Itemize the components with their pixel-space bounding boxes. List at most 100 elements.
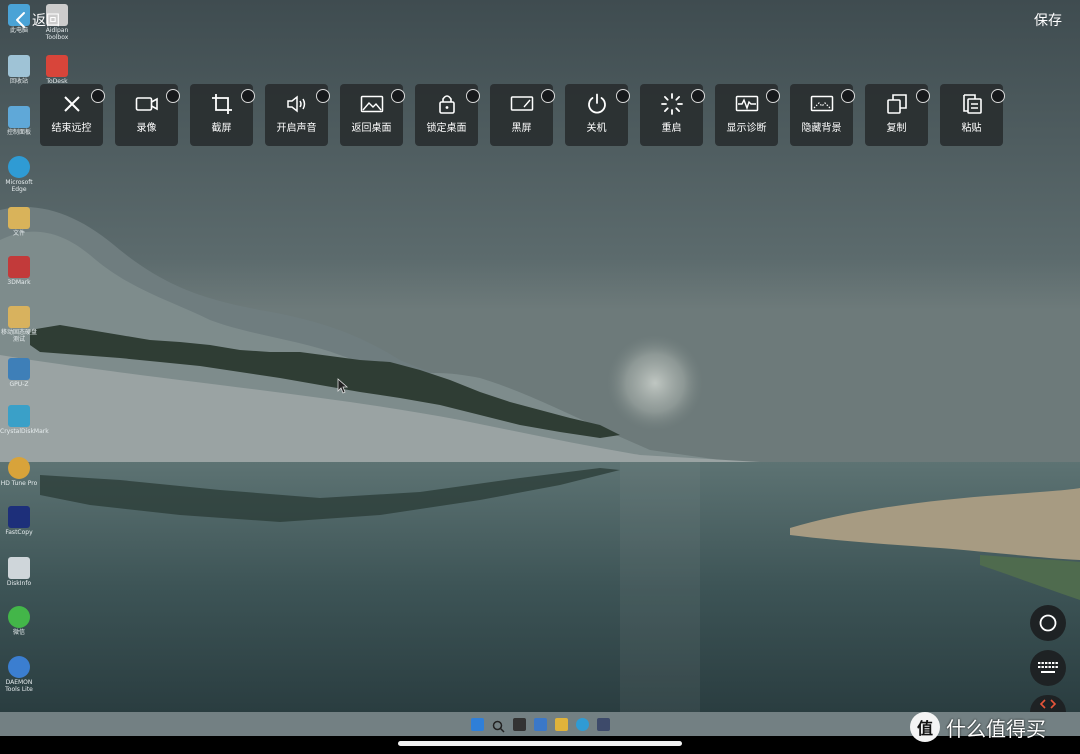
loading-spinner-icon bbox=[660, 93, 684, 115]
fastcopy-icon bbox=[8, 506, 30, 528]
3dmark-icon bbox=[8, 256, 30, 278]
todesk-icon bbox=[46, 55, 68, 77]
desktop-icon[interactable]: 微信 bbox=[0, 606, 38, 636]
tool-shutdown[interactable]: 关机 bbox=[565, 84, 630, 146]
mouse-cursor-icon bbox=[337, 378, 349, 394]
folder-icon bbox=[8, 306, 30, 328]
home-circle-button[interactable] bbox=[1030, 605, 1066, 641]
folder-icon bbox=[8, 207, 30, 229]
circle-icon bbox=[1039, 614, 1057, 632]
desktop-icon[interactable]: Microsoft Edge bbox=[0, 156, 38, 193]
tool-show-diagnostics[interactable]: 显示诊断 bbox=[715, 84, 780, 146]
tool-black-screen[interactable]: 黑屏 bbox=[490, 84, 555, 146]
recycle-bin-icon bbox=[8, 55, 30, 77]
tool-show-desktop[interactable]: 返回桌面 bbox=[340, 84, 405, 146]
diagnostics-pulse-icon bbox=[735, 93, 759, 115]
tool-label: 重启 bbox=[661, 123, 682, 134]
crop-icon bbox=[210, 93, 234, 115]
tool-select-radio[interactable] bbox=[541, 89, 555, 103]
tool-select-radio[interactable] bbox=[766, 89, 780, 103]
keyboard-icon bbox=[1038, 662, 1058, 673]
desktop-icon[interactable]: GPU-Z bbox=[0, 358, 38, 388]
lock-icon bbox=[435, 93, 459, 115]
tool-select-radio[interactable] bbox=[841, 89, 855, 103]
tool-screenshot[interactable]: 截屏 bbox=[190, 84, 255, 146]
daemon-tools-icon bbox=[8, 656, 30, 678]
hide-background-icon bbox=[810, 93, 834, 115]
search-icon[interactable] bbox=[492, 718, 505, 733]
tool-end-remote-control[interactable]: 结束远控 bbox=[40, 84, 105, 146]
task-view-icon[interactable] bbox=[512, 717, 526, 731]
tool-select-radio[interactable] bbox=[316, 89, 330, 103]
desktop-icon[interactable]: ToDesk bbox=[38, 55, 76, 85]
control-panel-icon bbox=[8, 106, 30, 128]
tool-select-radio[interactable] bbox=[466, 89, 480, 103]
tool-select-radio[interactable] bbox=[916, 89, 930, 103]
tool-lock-desktop[interactable]: 锁定桌面 bbox=[415, 84, 480, 146]
video-camera-icon bbox=[135, 93, 159, 115]
tool-label: 关机 bbox=[586, 123, 607, 134]
tool-hide-background[interactable]: 隐藏背景 bbox=[790, 84, 855, 146]
tool-label: 复制 bbox=[886, 123, 907, 134]
desktop-icon[interactable]: DAEMON Tools Lite bbox=[0, 656, 38, 693]
tool-select-radio[interactable] bbox=[166, 89, 180, 103]
tool-label: 截屏 bbox=[211, 123, 232, 134]
tool-copy[interactable]: 复制 bbox=[865, 84, 930, 146]
save-button[interactable]: 保存 bbox=[1034, 10, 1062, 30]
widgets-icon[interactable] bbox=[533, 717, 547, 731]
desktop-icon[interactable]: 控制面板 bbox=[0, 106, 38, 136]
desktop-icon[interactable]: DiskInfo bbox=[0, 557, 38, 587]
tool-label: 录像 bbox=[136, 123, 157, 134]
watermark-text: 什么值得买 bbox=[946, 716, 1046, 741]
desktop-icon[interactable]: HD Tune Pro bbox=[0, 457, 38, 487]
tool-restart[interactable]: 重启 bbox=[640, 84, 705, 146]
copy-icon bbox=[885, 93, 909, 115]
desktop-icon[interactable]: 移动固态硬盘测试 bbox=[0, 306, 38, 343]
windows-start-icon[interactable] bbox=[470, 717, 484, 731]
chevron-left-icon bbox=[16, 12, 25, 28]
store-icon[interactable] bbox=[596, 717, 610, 731]
diskinfo-icon bbox=[8, 557, 30, 579]
tool-label: 锁定桌面 bbox=[426, 123, 467, 134]
tool-label: 返回桌面 bbox=[351, 123, 392, 134]
watermark-logo-icon: 值 bbox=[910, 712, 940, 742]
tool-enable-sound[interactable]: 开启声音 bbox=[265, 84, 330, 146]
tool-paste[interactable]: 粘贴 bbox=[940, 84, 1005, 146]
file-explorer-icon[interactable] bbox=[554, 717, 568, 731]
crystaldiskmark-icon bbox=[8, 405, 30, 427]
gpu-z-icon bbox=[8, 358, 30, 380]
tool-select-radio[interactable] bbox=[241, 89, 255, 103]
keyboard-button[interactable] bbox=[1030, 650, 1066, 686]
desktop-icon[interactable]: FastCopy bbox=[0, 506, 38, 536]
tool-label: 显示诊断 bbox=[726, 123, 767, 134]
tool-label: 粘贴 bbox=[961, 123, 982, 134]
back-button[interactable]: 返回 bbox=[14, 8, 60, 32]
tool-label: 黑屏 bbox=[511, 123, 532, 134]
hd-tune-icon bbox=[8, 457, 30, 479]
tool-record-video[interactable]: 录像 bbox=[115, 84, 180, 146]
tool-select-radio[interactable] bbox=[991, 89, 1005, 103]
black-screen-icon bbox=[510, 93, 534, 115]
tool-select-radio[interactable] bbox=[91, 89, 105, 103]
desktop-icon[interactable]: 3DMark bbox=[0, 256, 38, 286]
speaker-icon bbox=[285, 93, 309, 115]
tool-label: 结束远控 bbox=[51, 123, 92, 134]
desktop-icon[interactable]: CrystalDiskMark bbox=[0, 405, 49, 435]
close-icon bbox=[60, 93, 84, 115]
desktop-icon[interactable]: 文件 bbox=[0, 207, 38, 237]
wechat-icon bbox=[8, 606, 30, 628]
remote-control-toolbar: 结束远控 录像 截屏 开启声音 返回桌面 锁定桌面 黑屏 关机 重启 显示诊断 … bbox=[40, 84, 1005, 146]
tool-select-radio[interactable] bbox=[691, 89, 705, 103]
tool-label: 隐藏背景 bbox=[801, 123, 842, 134]
picture-icon bbox=[360, 93, 384, 115]
tool-select-radio[interactable] bbox=[391, 89, 405, 103]
tool-label: 开启声音 bbox=[276, 123, 317, 134]
watermark: 值 什么值得买 bbox=[910, 712, 1046, 742]
edge-taskbar-icon[interactable] bbox=[575, 717, 589, 731]
desktop-icon[interactable]: 回收站 bbox=[0, 55, 38, 85]
home-indicator[interactable] bbox=[398, 741, 682, 746]
back-label: 返回 bbox=[32, 13, 60, 29]
paste-icon bbox=[960, 93, 984, 115]
tool-select-radio[interactable] bbox=[616, 89, 630, 103]
power-icon bbox=[585, 93, 609, 115]
